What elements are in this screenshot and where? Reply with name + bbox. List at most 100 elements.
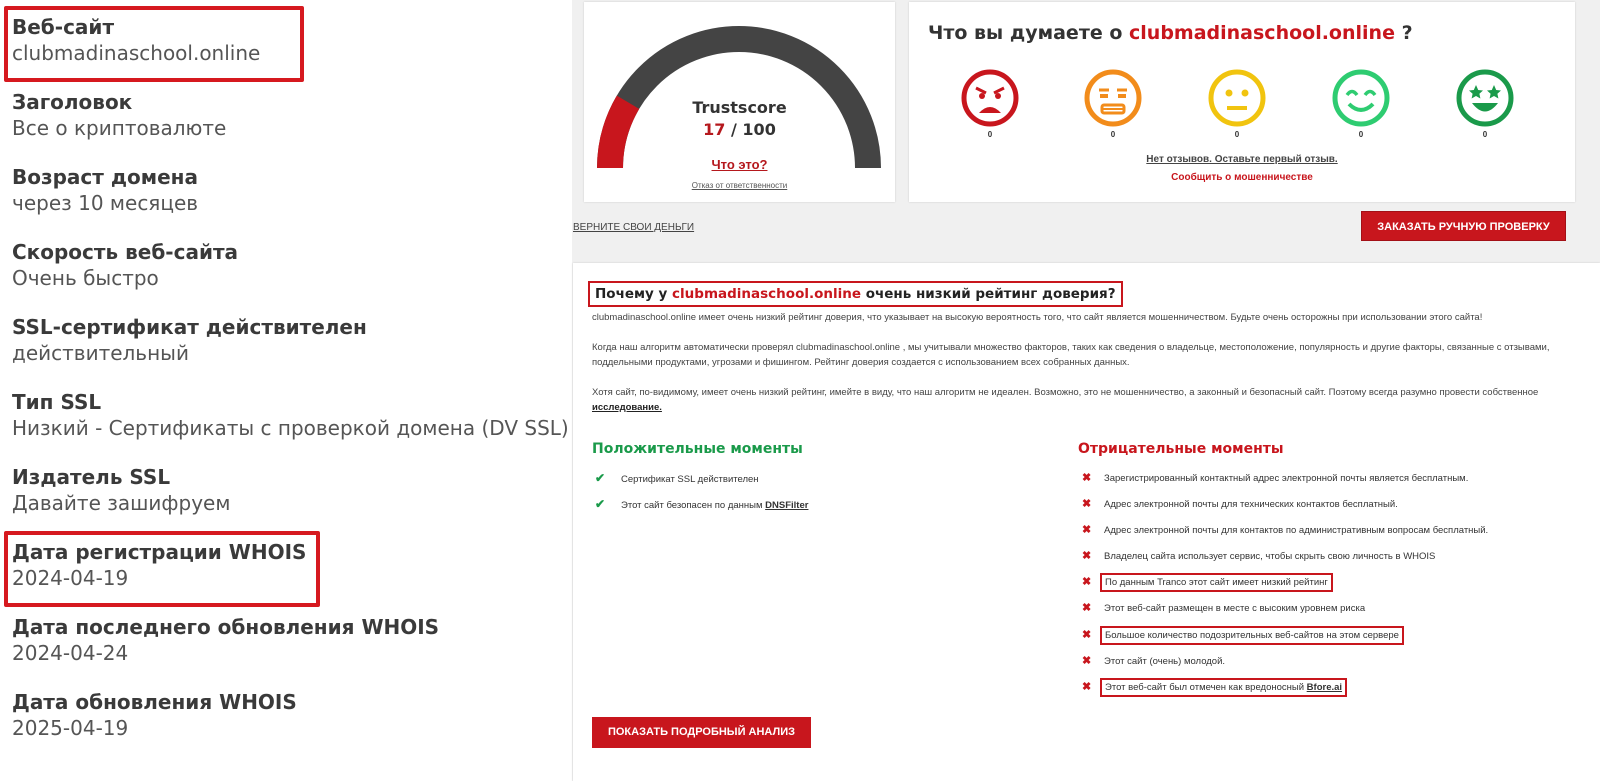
negative-item: ✖ Этот веб-сайт размещен в месте с высоки…: [1082, 601, 1365, 614]
negative-item: ✖ Зарегистрированный контактный адрес эле…: [1082, 471, 1468, 484]
info-value: 2025-04-19: [12, 716, 129, 740]
info-site-speed: Скорость веб-сайта Очень быстро: [12, 239, 238, 291]
info-value: действительный: [12, 341, 189, 365]
info-label: Дата обновления WHOIS: [12, 690, 297, 714]
negative-item: ✖ Большое количество подозрительных веб-с…: [1082, 626, 1404, 645]
info-ssl-valid: SSL-сертификат действителен действительн…: [12, 314, 367, 366]
info-title: Заголовок Все о криптовалюте: [12, 89, 226, 141]
angry-face-icon[interactable]: [960, 68, 1020, 128]
leave-first-review-link[interactable]: Нет отзывов. Оставьте первый отзыв.: [909, 154, 1575, 165]
info-label: Скорость веб-сайта: [12, 240, 239, 264]
info-label: Тип SSL: [12, 390, 102, 414]
negative-item: ✖ Этот сайт (очень) молодой.: [1082, 654, 1225, 667]
info-label: Заголовок: [12, 90, 133, 114]
analysis-paragraph-1: clubmadinaschool.online имеет очень низк…: [592, 312, 1483, 323]
negative-text: Зарегистрированный контактный адрес элек…: [1104, 473, 1469, 484]
annoyed-face-icon[interactable]: [1083, 68, 1143, 128]
positive-item: ✔ Этот сайт безопасен по данным DNSFilter: [595, 497, 808, 511]
positive-item: ✔ Сертификат SSL действителен: [595, 471, 759, 485]
check-icon: ✔: [595, 497, 606, 511]
angry-count: 0: [987, 130, 993, 139]
info-label: Дата последнего обновления WHOIS: [12, 615, 440, 639]
order-manual-review-button[interactable]: ЗАКАЗАТЬ РУЧНУЮ ПРОВЕРКУ: [1361, 211, 1566, 241]
disclaimer-link[interactable]: Отказ от ответственности: [584, 181, 895, 190]
analysis-paragraph-2: Когда наш алгоритм автоматически проверя…: [592, 342, 1550, 368]
page-root: Веб-сайт clubmadinaschool.online Заголов…: [0, 0, 1600, 781]
trustscore-separator: /: [731, 120, 737, 139]
info-whois-renewal: Дата обновления WHOIS 2025-04-19: [12, 689, 297, 741]
positive-text: Этот сайт безопасен по данным: [621, 500, 763, 511]
reviews-card: Что вы думаете о clubmadinaschool.online…: [909, 2, 1575, 202]
research-link[interactable]: исследование.: [592, 402, 662, 413]
info-label: Издатель SSL: [12, 465, 171, 489]
negative-item: ✖ Адрес электронной почты для технических…: [1082, 497, 1398, 510]
cross-icon: ✖: [1082, 524, 1092, 536]
info-value: Давайте зашифруем: [12, 491, 231, 515]
negative-text: Этот веб-сайт был отмечен как вредоносны…: [1105, 682, 1305, 693]
info-value: Очень быстро: [12, 266, 159, 290]
report-scam-link[interactable]: Сообщить о мошенничестве: [909, 172, 1575, 183]
negative-text-highlighted: Большое количество подозрительных веб-са…: [1100, 626, 1404, 645]
positive-text: Сертификат SSL действителен: [621, 474, 759, 485]
negative-text: Адрес электронной почты для контактов по…: [1104, 525, 1489, 536]
info-value: Все о криптовалюте: [12, 116, 227, 140]
review-question: Что вы думаете о clubmadinaschool.online…: [928, 22, 1413, 44]
cross-icon: ✖: [1082, 472, 1092, 484]
negative-item: ✖ Владелец сайта использует сервис, чтобы…: [1082, 549, 1435, 562]
domain-info-panel: Веб-сайт clubmadinaschool.online Заголов…: [0, 0, 580, 781]
info-domain-age: Возраст домена через 10 месяцев: [12, 164, 198, 216]
what-is-this-link[interactable]: Что это?: [584, 157, 895, 172]
trustscore-max: 100: [742, 120, 776, 139]
analysis-paragraph-3: Хотя сайт, по-видимому, имеет очень низк…: [592, 385, 1562, 415]
info-whois-last-updated: Дата последнего обновления WHOIS 2024-04…: [12, 614, 439, 666]
check-icon: ✔: [595, 471, 606, 485]
cross-icon: ✖: [1082, 550, 1092, 562]
info-value: 2024-04-24: [12, 641, 129, 665]
trustscore-score: 17: [703, 120, 726, 139]
cross-icon: ✖: [1082, 602, 1092, 614]
get-money-back-link[interactable]: ВЕРНИТЕ СВОИ ДЕНЬГИ: [573, 222, 694, 233]
positives-heading: Положительные моменты: [592, 441, 803, 457]
info-value: через 10 месяцев: [12, 191, 199, 215]
smiling-face-icon[interactable]: [1331, 68, 1391, 128]
negative-item: ✖ Адрес электронной почты для контактов п…: [1082, 523, 1488, 536]
paragraph-3-text: Хотя сайт, по-видимому, имеет очень низк…: [592, 387, 1539, 398]
negative-text-highlighted: Этот веб-сайт был отмечен как вредоносны…: [1100, 678, 1348, 697]
negative-text-highlighted: По данным Tranco этот сайт имеет низкий …: [1100, 573, 1333, 592]
trustscore-card: Trustscore 17 / 100 Что это? Отказ от от…: [584, 2, 895, 202]
bfore-ai-link[interactable]: Bfore.ai: [1307, 682, 1342, 693]
trustscore-title: Trustscore: [692, 98, 787, 117]
why-low-trust-heading: Почему у clubmadinaschool.online очень н…: [588, 281, 1123, 307]
why-prefix: Почему у: [595, 286, 668, 302]
neutral-count: 0: [1234, 130, 1240, 139]
trust-report-panel: Trustscore 17 / 100 Что это? Отказ от от…: [572, 0, 1600, 781]
negative-text: Адрес электронной почты для технических …: [1104, 499, 1398, 510]
negatives-heading: Отрицательные моменты: [1078, 441, 1284, 457]
review-question-prefix: Что вы думаете о: [928, 22, 1123, 44]
why-suffix: очень низкий рейтинг доверия?: [865, 286, 1116, 302]
why-domain: clubmadinaschool.online: [672, 286, 862, 302]
info-ssl-issuer: Издатель SSL Давайте зашифруем: [12, 464, 230, 516]
star-eyes-face-icon[interactable]: [1455, 68, 1515, 128]
highlight-box-whois-registered: [4, 531, 320, 607]
neutral-face-icon[interactable]: [1207, 68, 1267, 128]
info-label: SSL-сертификат действителен: [12, 315, 367, 339]
cross-icon: ✖: [1082, 498, 1092, 510]
negative-text: Этот веб-сайт размещен в месте с высоким…: [1104, 603, 1366, 614]
info-ssl-type: Тип SSL Низкий - Сертификаты с проверкой…: [12, 389, 569, 441]
trustscore-value: 17 / 100: [584, 120, 895, 139]
cross-icon: ✖: [1082, 655, 1092, 667]
negative-text: Этот сайт (очень) молодой.: [1104, 656, 1226, 667]
info-label: Возраст домена: [12, 165, 198, 189]
negative-item: ✖ По данным Tranco этот сайт имеет низкий…: [1082, 573, 1333, 592]
info-value: Низкий - Сертификаты с проверкой домена …: [12, 416, 569, 440]
review-question-suffix: ?: [1401, 22, 1413, 44]
dnsfilter-link[interactable]: DNSFilter: [765, 500, 808, 511]
smiling-count: 0: [1358, 130, 1364, 139]
show-detailed-analysis-button[interactable]: ПОКАЗАТЬ ПОДРОБНЫЙ АНАЛИЗ: [592, 717, 811, 748]
review-question-domain: clubmadinaschool.online: [1129, 22, 1395, 44]
analysis-card: Почему у clubmadinaschool.online очень н…: [573, 263, 1600, 781]
highlight-box-website: [4, 6, 304, 82]
negative-item: ✖ Этот веб-сайт был отмечен как вредоносн…: [1082, 678, 1348, 697]
annoyed-count: 0: [1110, 130, 1116, 139]
